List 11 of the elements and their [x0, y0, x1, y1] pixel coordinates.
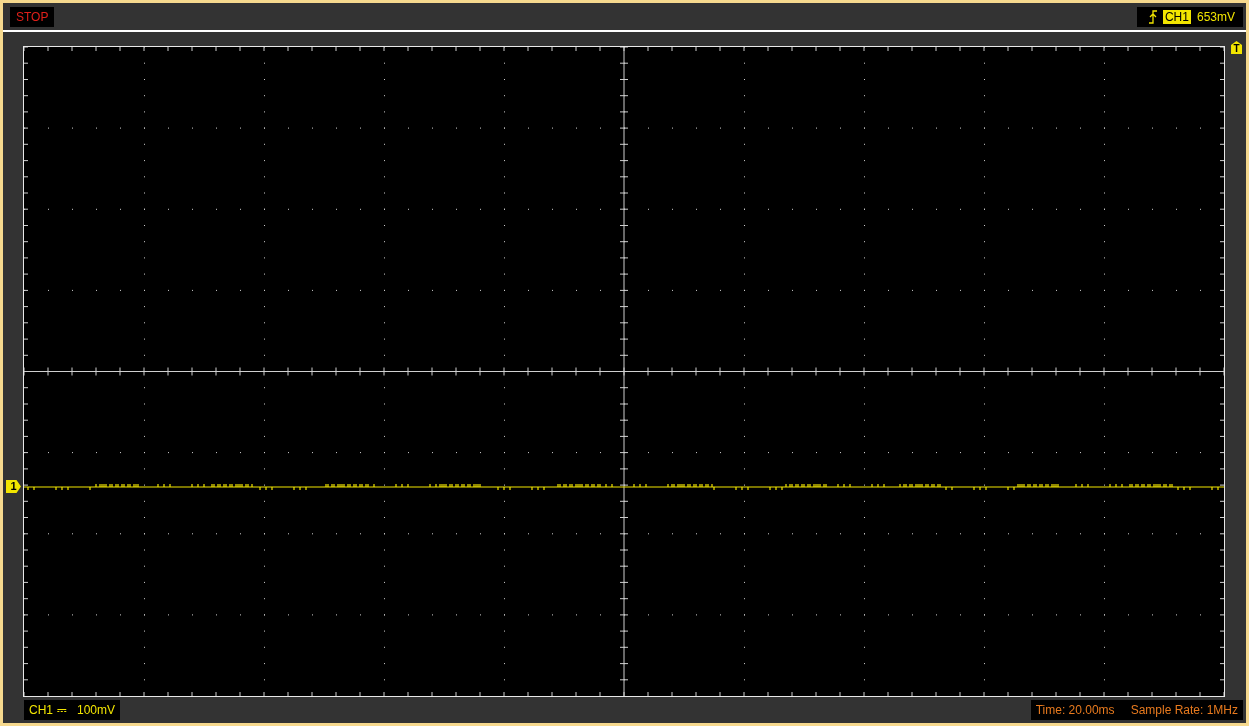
trigger-channel: CH1: [1162, 9, 1191, 24]
time-per-div: Time: 20.00ms: [1035, 702, 1115, 717]
volts-per-div: 100mV: [77, 702, 116, 717]
run-status: STOP: [10, 6, 55, 27]
channel-label: CH1: [29, 702, 53, 717]
trigger-marker: T: [1231, 41, 1242, 54]
channel-marker: 1: [6, 480, 21, 493]
coupling-symbol: ⎓: [57, 702, 67, 717]
trigger-level: 653mV: [1196, 9, 1235, 24]
sample-rate: Sample Rate: 1MHz: [1130, 702, 1238, 717]
rising-edge-icon: [1148, 9, 1157, 24]
